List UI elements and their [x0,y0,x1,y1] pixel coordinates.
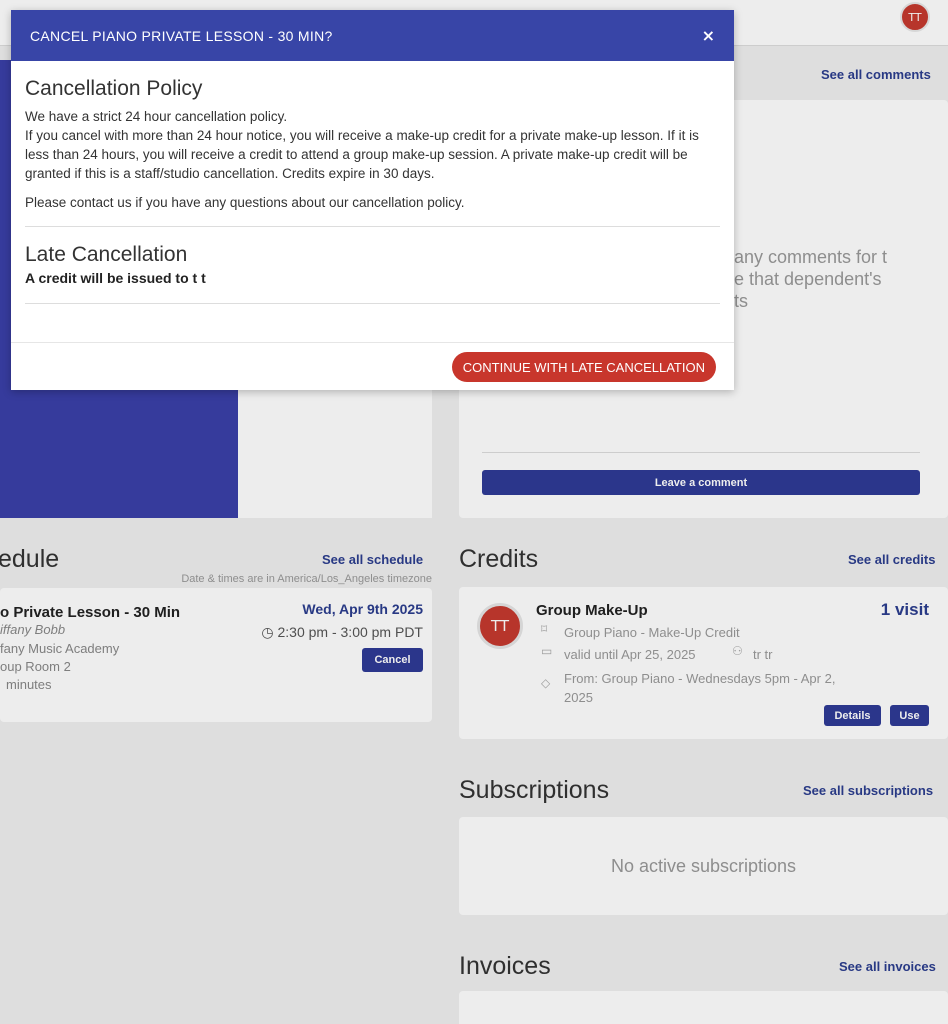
late-cancellation-heading: Late Cancellation [25,243,188,266]
modal-body: Cancellation Policy We have a strict 24 … [11,61,734,304]
divider [25,226,720,227]
policy-line-2: If you cancel with more than 24 hour not… [25,128,699,181]
close-icon[interactable]: × [702,26,715,45]
continue-late-cancellation-button[interactable]: CONTINUE WITH LATE CANCELLATION [451,352,716,382]
modal-header: CANCEL PIANO PRIVATE LESSON - 30 MIN? × [11,10,734,61]
modal-title: CANCEL PIANO PRIVATE LESSON - 30 MIN? [30,27,333,44]
late-cancellation-text: A credit will be issued to t t [25,270,206,286]
policy-line-1: We have a strict 24 hour cancellation po… [25,109,288,124]
cancellation-policy-heading: Cancellation Policy [25,77,203,100]
policy-contact-text: Please contact us if you have any questi… [25,195,465,210]
divider [25,303,720,304]
modal-footer: CONTINUE WITH LATE CANCELLATION [11,342,734,390]
cancel-lesson-modal: CANCEL PIANO PRIVATE LESSON - 30 MIN? × … [11,10,734,390]
